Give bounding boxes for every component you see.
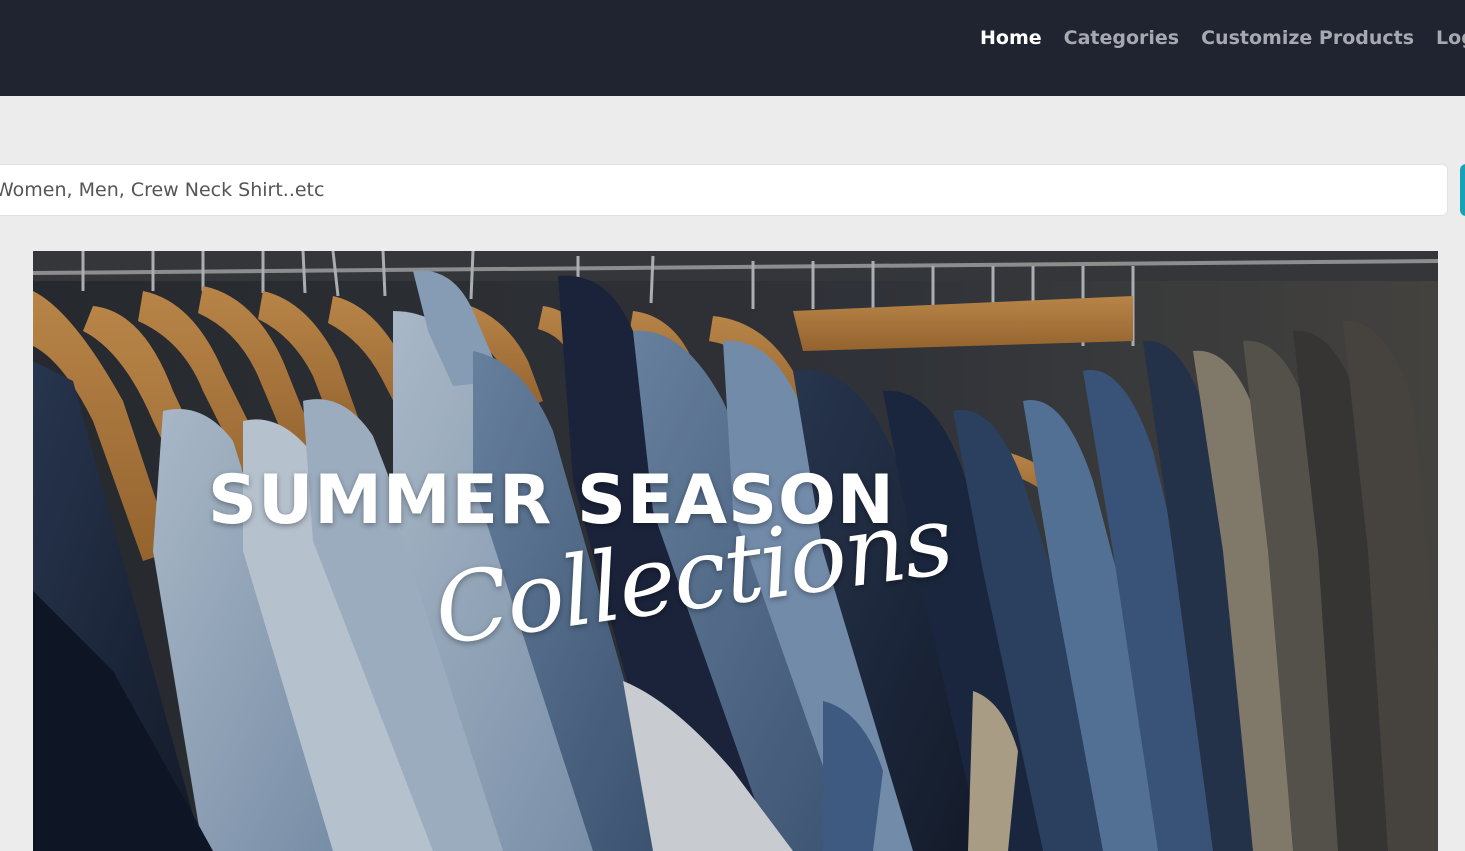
nav-categories-link[interactable]: Categories xyxy=(1064,24,1179,52)
search-input[interactable] xyxy=(0,164,1448,216)
nav-home-link[interactable]: Home xyxy=(980,24,1042,52)
nav-links: Home Categories Customize Products Log xyxy=(980,24,1465,52)
search-button[interactable] xyxy=(1460,164,1465,216)
nav-login-link[interactable]: Log xyxy=(1436,24,1465,52)
hero-banner: SUMMER SEASON Collections xyxy=(33,251,1438,851)
nav-customize-products-link[interactable]: Customize Products xyxy=(1201,24,1414,52)
top-navbar: Home Categories Customize Products Log xyxy=(0,0,1465,96)
